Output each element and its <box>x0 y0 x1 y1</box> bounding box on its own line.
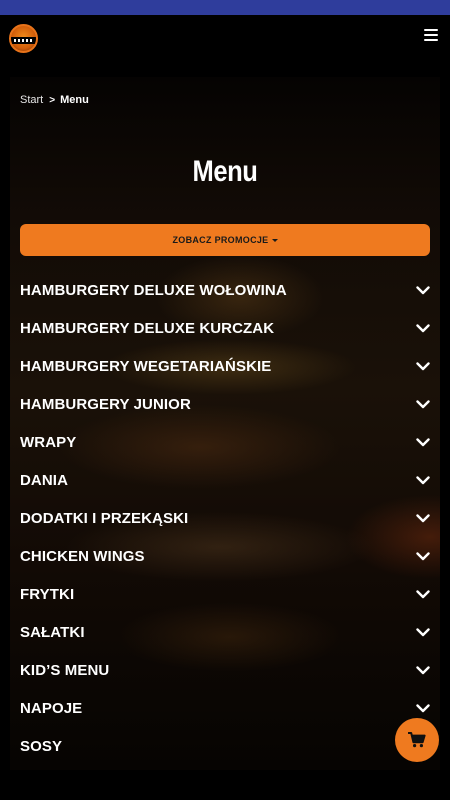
menu-category-item[interactable]: CHICKEN WINGS <box>20 537 430 575</box>
chevron-down-icon <box>416 475 430 485</box>
hamburger-menu-icon[interactable] <box>424 29 438 41</box>
chevron-down-icon <box>416 361 430 371</box>
status-bar <box>0 0 450 15</box>
menu-category-item[interactable]: NAPOJE <box>20 689 430 727</box>
menu-category-item[interactable]: KID’S MENU <box>20 651 430 689</box>
chevron-down-icon <box>416 665 430 675</box>
shopping-cart-icon <box>408 732 426 748</box>
brand-logo[interactable] <box>9 24 38 53</box>
menu-category-label: KID’S MENU <box>20 661 110 679</box>
menu-category-item[interactable]: HAMBURGERY DELUXE WOŁOWINA <box>20 271 430 309</box>
breadcrumb-separator-icon: > <box>49 94 56 106</box>
page-title: Menu <box>192 155 258 188</box>
menu-category-item[interactable]: SAŁATKI <box>20 613 430 651</box>
menu-category-label: WRAPY <box>20 433 77 451</box>
see-promotions-button[interactable]: ZOBACZ PROMOCJE <box>20 224 430 256</box>
menu-category-label: DODATKI I PRZEKĄSKI <box>20 509 189 527</box>
menu-page: Start > Menu Menu ZOBACZ PROMOCJE HAMBUR… <box>10 77 440 770</box>
caret-down-icon <box>271 238 278 242</box>
chevron-down-icon <box>416 627 430 637</box>
top-navbar <box>0 15 450 62</box>
menu-category-item[interactable]: HAMBURGERY DELUXE KURCZAK <box>20 309 430 347</box>
chevron-down-icon <box>416 323 430 333</box>
menu-category-label: HAMBURGERY DELUXE KURCZAK <box>20 319 275 337</box>
menu-category-label: FRYTKI <box>20 585 75 603</box>
chevron-down-icon <box>416 399 430 409</box>
menu-category-item[interactable]: HAMBURGERY WEGETARIAŃSKIE <box>20 347 430 385</box>
menu-category-label: HAMBURGERY JUNIOR <box>20 395 191 413</box>
breadcrumb-current: Menu <box>60 94 89 106</box>
menu-category-label: NAPOJE <box>20 699 83 717</box>
menu-category-item[interactable]: DODATKI I PRZEKĄSKI <box>20 499 430 537</box>
menu-category-item[interactable]: SOSY <box>20 727 430 765</box>
menu-category-label: HAMBURGERY WEGETARIAŃSKIE <box>20 357 272 375</box>
chevron-down-icon <box>416 703 430 713</box>
chevron-down-icon <box>416 437 430 447</box>
menu-category-item[interactable]: HAMBURGERY JUNIOR <box>20 385 430 423</box>
menu-category-item[interactable]: DANIA <box>20 461 430 499</box>
menu-category-item[interactable]: WRAPY <box>20 423 430 461</box>
breadcrumb: Start > Menu <box>20 94 89 106</box>
menu-category-label: CHICKEN WINGS <box>20 547 145 565</box>
menu-category-label: HAMBURGERY DELUXE WOŁOWINA <box>20 281 287 299</box>
see-promotions-label: ZOBACZ PROMOCJE <box>172 235 269 245</box>
menu-category-list: HAMBURGERY DELUXE WOŁOWINA HAMBURGERY DE… <box>20 271 430 765</box>
menu-category-label: SOSY <box>20 737 63 755</box>
chevron-down-icon <box>416 513 430 523</box>
page-footer-band <box>0 770 450 800</box>
chevron-down-icon <box>416 589 430 599</box>
menu-category-item[interactable]: FRYTKI <box>20 575 430 613</box>
menu-category-label: SAŁATKI <box>20 623 85 641</box>
chevron-down-icon <box>416 551 430 561</box>
breadcrumb-home-link[interactable]: Start <box>20 94 43 106</box>
chevron-down-icon <box>416 285 430 295</box>
menu-category-label: DANIA <box>20 471 68 489</box>
cart-button[interactable] <box>395 718 439 762</box>
